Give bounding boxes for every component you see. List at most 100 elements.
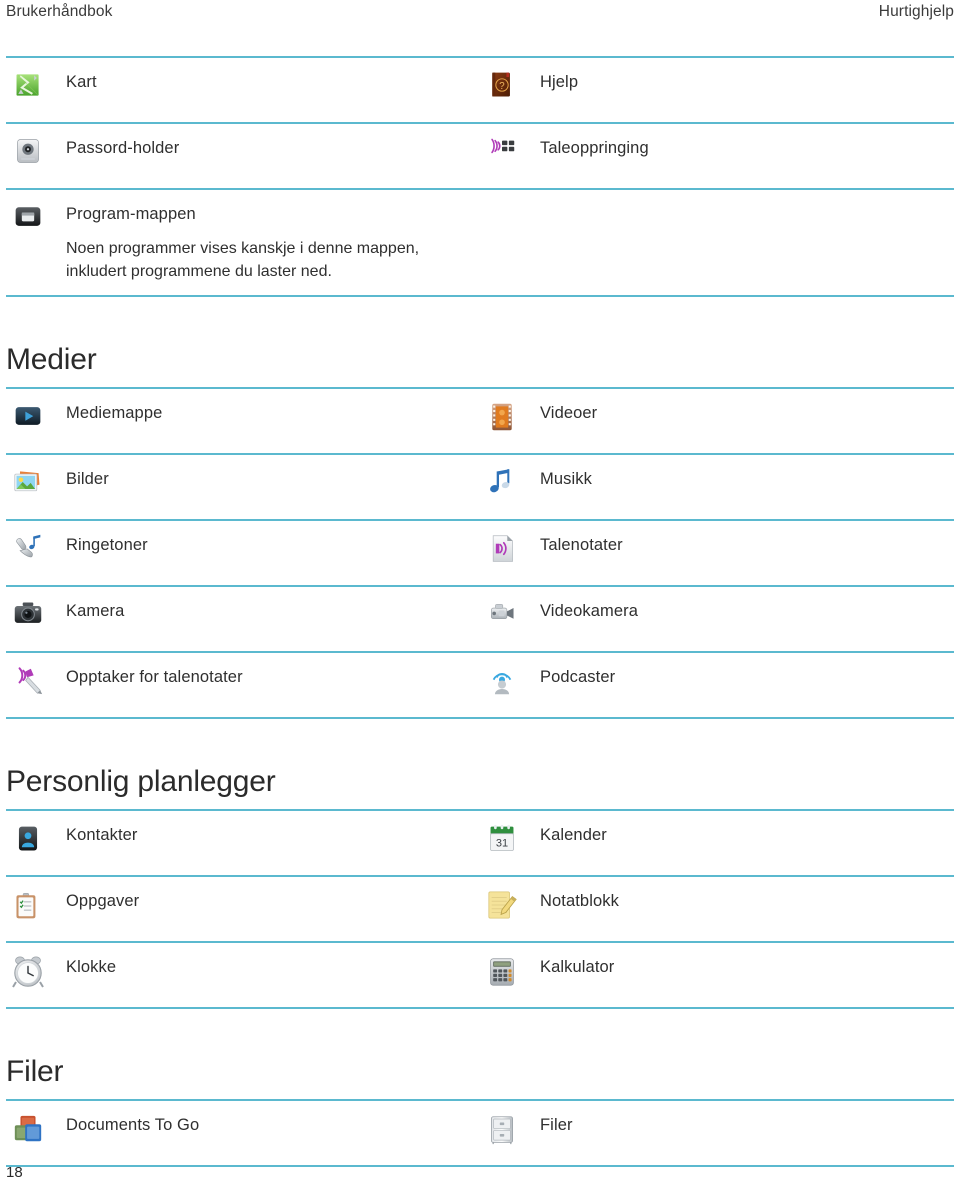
app-cell[interactable]: Mediemappe bbox=[6, 401, 480, 441]
app-cell[interactable]: Oppgaver bbox=[6, 889, 480, 929]
app-label: Videokamera bbox=[540, 602, 639, 620]
app-label: Kamera bbox=[66, 602, 125, 620]
contacts-icon bbox=[6, 823, 50, 863]
app-label: Notatblokk bbox=[540, 892, 619, 910]
app-cell[interactable]: Bilder bbox=[6, 467, 480, 507]
podcasts-icon bbox=[480, 665, 524, 705]
app-row: Bilder Musikk bbox=[0, 455, 960, 519]
media-folder-icon bbox=[6, 401, 50, 441]
app-label: Ringetoner bbox=[66, 536, 148, 554]
app-row: Ringetoner Talenotater bbox=[0, 521, 960, 585]
app-label-wrap: Opptaker for talenotater bbox=[66, 665, 243, 688]
app-label: Kalender bbox=[540, 826, 607, 844]
app-label-wrap: Talenotater bbox=[540, 533, 623, 556]
app-label: Bilder bbox=[66, 470, 109, 488]
app-row: Kart? Hjelp bbox=[0, 58, 960, 122]
app-cell[interactable]: Kalkulator bbox=[480, 955, 954, 995]
app-label-wrap: Documents To Go bbox=[66, 1113, 199, 1136]
voice-dialing-icon bbox=[480, 136, 524, 176]
app-cell[interactable]: Talenotater bbox=[480, 533, 954, 573]
app-label: Documents To Go bbox=[66, 1116, 200, 1134]
app-row: Klokke Kalkulator bbox=[0, 943, 960, 1007]
app-cell[interactable]: 31 Kalender bbox=[480, 823, 954, 863]
app-cell[interactable]: Taleoppringing bbox=[480, 136, 954, 176]
app-label: Kalkulator bbox=[540, 958, 615, 976]
app-label-wrap: Mediemappe bbox=[66, 401, 162, 424]
clock-icon bbox=[6, 955, 50, 995]
app-label-wrap: Klokke bbox=[66, 955, 116, 978]
app-label: Klokke bbox=[66, 958, 117, 976]
app-row: Kamera Videokamera bbox=[0, 587, 960, 651]
svg-text:31: 31 bbox=[496, 838, 508, 850]
page-body: Kart? Hjelp Passord-holder Taleoppringing Pr… bbox=[0, 56, 960, 1167]
section-heading-section-medier: Medier bbox=[6, 343, 97, 376]
app-label-wrap: Passord-holder bbox=[66, 136, 179, 159]
app-cell[interactable]: ? Hjelp bbox=[480, 70, 954, 110]
voice-notes-icon bbox=[480, 533, 524, 573]
camera-icon bbox=[6, 599, 50, 639]
app-label: Mediemappe bbox=[66, 404, 163, 422]
app-row: Kontakter 31 Kalender bbox=[0, 811, 960, 875]
files-cabinet-icon bbox=[480, 1113, 524, 1153]
app-label-wrap: Filer bbox=[540, 1113, 573, 1136]
app-cell[interactable]: Videokamera bbox=[480, 599, 954, 639]
app-label-wrap: Podcaster bbox=[540, 665, 615, 688]
app-cell[interactable]: Ringetoner bbox=[6, 533, 480, 573]
app-label: Hjelp bbox=[540, 73, 579, 91]
app-label-wrap: Kart bbox=[66, 70, 97, 93]
app-label-wrap: Ringetoner bbox=[66, 533, 148, 556]
help-book-icon: ? bbox=[480, 70, 524, 110]
calendar-icon: 31 bbox=[480, 823, 524, 863]
app-cell[interactable]: Musikk bbox=[480, 467, 954, 507]
app-label-wrap: Kalkulator bbox=[540, 955, 614, 978]
app-cell[interactable]: Program-mappen Noen programmer vises kans… bbox=[6, 202, 480, 283]
app-label: Taleoppringing bbox=[540, 139, 649, 157]
app-label: Podcaster bbox=[540, 668, 616, 686]
videos-icon bbox=[480, 401, 524, 441]
app-label-wrap: Videokamera bbox=[540, 599, 638, 622]
app-cell[interactable]: Filer bbox=[480, 1113, 954, 1153]
app-label-wrap: Bilder bbox=[66, 467, 109, 490]
app-row: Oppgaver Notatblokk bbox=[0, 877, 960, 941]
running-head: Brukerhåndbok Hurtighjelp bbox=[0, 0, 960, 30]
app-label: Oppgaver bbox=[66, 892, 140, 910]
app-row: Mediemappe Videoer bbox=[0, 389, 960, 453]
app-cell[interactable]: Passord-holder bbox=[6, 136, 480, 176]
app-cell[interactable]: Kamera bbox=[6, 599, 480, 639]
app-row: Program-mappen Noen programmer vises kans… bbox=[0, 190, 960, 295]
memopad-icon bbox=[480, 889, 524, 929]
maps-icon bbox=[6, 70, 50, 110]
app-label: Talenotater bbox=[540, 536, 623, 554]
app-label-wrap: Hjelp bbox=[540, 70, 578, 93]
app-label-wrap: Taleoppringing bbox=[540, 136, 649, 159]
app-label: Filer bbox=[540, 1116, 573, 1134]
svg-text:?: ? bbox=[499, 81, 505, 92]
section-heading-section-filer: Filer bbox=[6, 1055, 64, 1088]
app-cell[interactable]: Opptaker for talenotater bbox=[6, 665, 480, 705]
video-camera-icon bbox=[480, 599, 524, 639]
app-label-wrap: Kontakter bbox=[66, 823, 138, 846]
app-label: Opptaker for talenotater bbox=[66, 668, 243, 686]
app-cell[interactable]: Documents To Go bbox=[6, 1113, 480, 1153]
app-label: Passord-holder bbox=[66, 139, 180, 157]
running-head-right: Hurtighjelp bbox=[878, 3, 954, 20]
app-row: Opptaker for talenotater Podcaster bbox=[0, 653, 960, 717]
app-label-wrap: Kamera bbox=[66, 599, 124, 622]
app-cell[interactable]: Klokke bbox=[6, 955, 480, 995]
app-cell[interactable]: Kontakter bbox=[6, 823, 480, 863]
applications-folder-icon bbox=[6, 202, 50, 242]
app-cell[interactable]: Kart bbox=[6, 70, 480, 110]
app-label-wrap: Musikk bbox=[540, 467, 592, 490]
app-cell[interactable]: Podcaster bbox=[480, 665, 954, 705]
documents-to-go-icon bbox=[6, 1113, 50, 1153]
app-label: Program-mappen bbox=[66, 205, 196, 223]
page-number: 18 bbox=[6, 1164, 23, 1181]
voice-note-recorder-icon bbox=[6, 665, 50, 705]
app-cell[interactable]: Notatblokk bbox=[480, 889, 954, 929]
app-cell-empty bbox=[480, 202, 954, 283]
app-label: Musikk bbox=[540, 470, 592, 488]
app-cell[interactable]: Videoer bbox=[480, 401, 954, 441]
password-keeper-icon bbox=[6, 136, 50, 176]
